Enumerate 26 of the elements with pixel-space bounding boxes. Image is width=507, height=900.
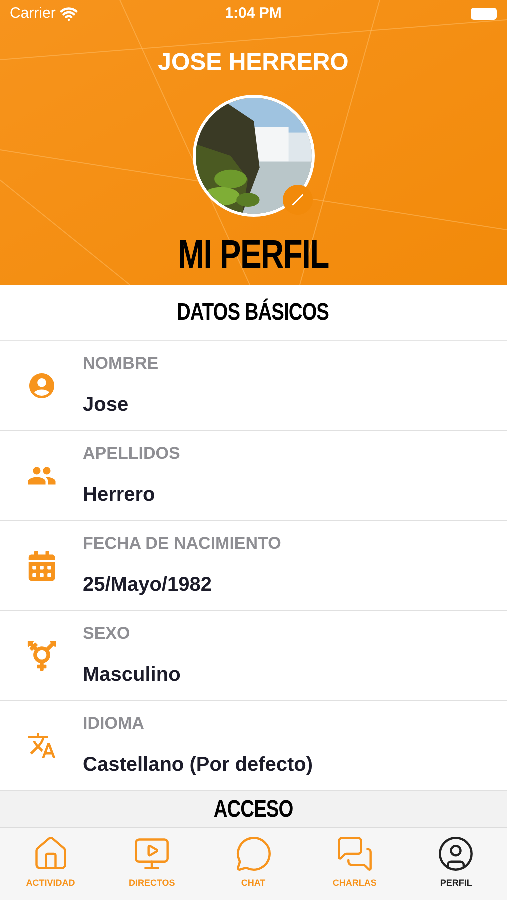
tab[interactable]: PERFIL bbox=[406, 828, 507, 900]
field-value[interactable]: Herrero bbox=[83, 480, 180, 510]
status-time: 1:04 PM bbox=[225, 4, 282, 24]
section-title: ACCESO bbox=[214, 795, 294, 825]
pencil-icon bbox=[290, 192, 306, 208]
field-value[interactable]: Masculino bbox=[83, 660, 181, 690]
calendar-icon bbox=[26, 550, 56, 580]
user-circle-icon bbox=[437, 835, 476, 873]
field-label: APELLIDOS bbox=[83, 442, 180, 465]
page-title: MI PERFIL bbox=[178, 235, 330, 275]
field-value[interactable]: 25/Mayo/1982 bbox=[83, 570, 282, 600]
field-label: IDIOMA bbox=[83, 712, 146, 735]
translate-icon bbox=[26, 730, 56, 760]
wifi-icon bbox=[60, 5, 78, 23]
field-label: FECHA DE NACIMIENTO bbox=[83, 532, 282, 555]
user-name: JOSE HERRERO bbox=[158, 48, 349, 78]
field-label: SEXO bbox=[83, 622, 132, 645]
chat-bubble-icon bbox=[234, 835, 273, 873]
field-value[interactable]: Jose bbox=[83, 390, 159, 420]
chat-bubbles-icon bbox=[336, 835, 374, 873]
section-title: DATOS BÁSICOS bbox=[177, 298, 330, 328]
battery-icon bbox=[470, 8, 497, 20]
carrier-label: Carrier bbox=[10, 4, 56, 24]
field-value[interactable]: Castellano (Por defecto) bbox=[83, 750, 314, 780]
field-label: NOMBRE bbox=[83, 352, 159, 375]
gender-icon bbox=[26, 640, 56, 670]
